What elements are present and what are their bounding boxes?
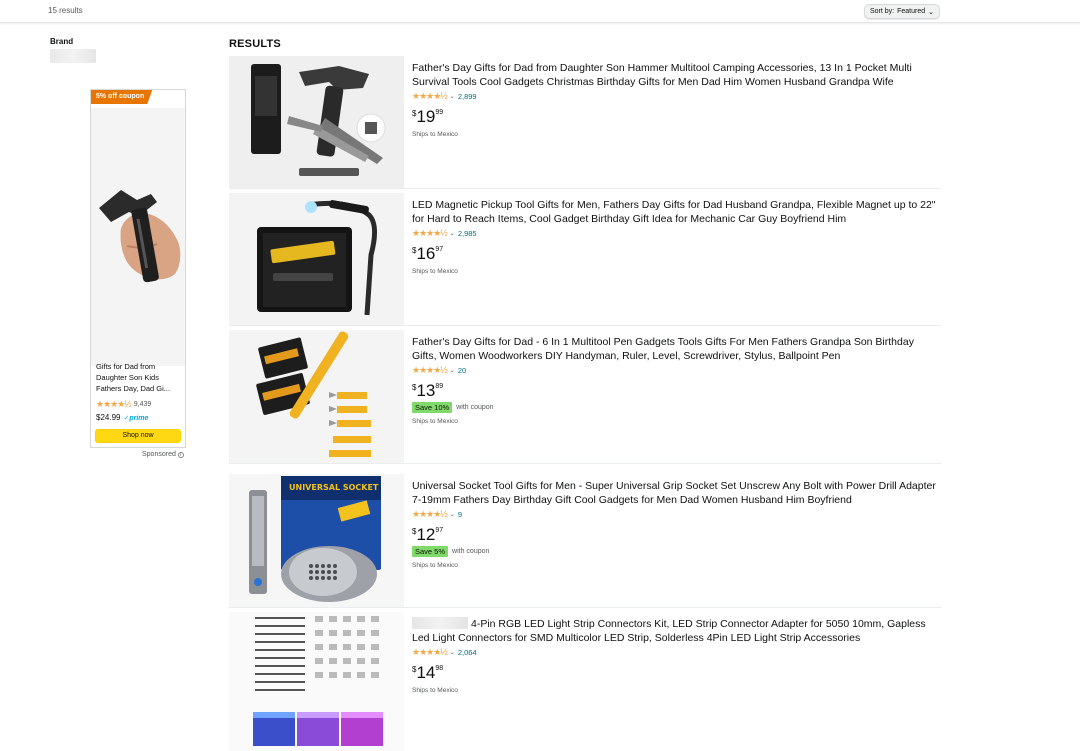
brand-filter-heading: Brand — [50, 37, 74, 46]
result-item: 4-Pin RGB LED Light Strip Connectors Kit… — [229, 612, 941, 751]
chevron-down-icon[interactable]: ⌄ — [450, 367, 455, 374]
price[interactable]: $ 19 99 — [412, 107, 940, 126]
sponsored-text: Sponsored — [142, 451, 176, 458]
result-item-body: Father's Day Gifts for Dad from Daughter… — [412, 61, 940, 138]
coupon-badge: Save 10% — [412, 402, 453, 413]
product-title[interactable]: LED Magnetic Pickup Tool Gifts for Men, … — [412, 198, 940, 226]
brand-name-redacted — [412, 617, 468, 629]
result-item: Father's Day Gifts for Dad - 6 In 1 Mult… — [229, 330, 941, 464]
chevron-down-icon[interactable]: ⌄ — [450, 230, 455, 237]
rating-count[interactable]: 2,985 — [458, 229, 477, 238]
price-fraction: 98 — [435, 665, 444, 672]
price[interactable]: $ 12 97 — [412, 525, 940, 544]
universal-socket-image: UNIVERSAL SOCKET — [229, 474, 404, 607]
multitool-pen-image — [229, 330, 404, 463]
socket-box-text: UNIVERSAL SOCKET — [289, 483, 379, 492]
rating-row[interactable]: ★★★★½ ⌄ 2,064 — [412, 647, 940, 658]
star-rating-icon: ★★★★½ — [412, 228, 448, 238]
rating-count[interactable]: 2,064 — [458, 648, 477, 657]
led-pickup-tool-image — [229, 193, 404, 325]
rating-count[interactable]: 20 — [458, 366, 466, 375]
chevron-down-icon[interactable]: ⌄ — [450, 93, 455, 100]
sort-label: Sort by: — [869, 8, 895, 15]
hammer-multitool-image — [229, 56, 404, 188]
product-title[interactable]: Universal Socket Tool Gifts for Men - Su… — [412, 479, 940, 507]
coupon-row[interactable]: Save 10% with coupon — [412, 402, 940, 413]
ad-price: $24.99 — [96, 413, 121, 422]
rating-count[interactable]: 9 — [458, 510, 462, 519]
rating-count[interactable]: 2,899 — [458, 92, 477, 101]
sort-dropdown[interactable]: Sort by: Featured ⌄ — [864, 4, 940, 19]
price-fraction: 97 — [435, 246, 444, 253]
shipping-info: Ships to Mexico — [412, 562, 458, 569]
chevron-down-icon: ⌄ — [928, 8, 935, 16]
price-fraction: 97 — [435, 527, 444, 534]
result-item-body: Father's Day Gifts for Dad - 6 In 1 Mult… — [412, 335, 940, 425]
price[interactable]: $ 13 89 — [412, 381, 940, 400]
shipping-info: Ships to Mexico — [412, 131, 458, 138]
coupon-suffix: with coupon — [456, 404, 494, 411]
price-whole: 12 — [416, 525, 436, 544]
results-toolbar: 15 results Sort by: Featured ⌄ — [0, 0, 1080, 23]
result-item: LED Magnetic Pickup Tool Gifts for Men, … — [229, 193, 941, 326]
star-rating-icon: ★★★★½ — [96, 399, 132, 409]
shop-now-button[interactable]: Shop now — [95, 429, 181, 443]
product-title[interactable]: Father's Day Gifts for Dad - 6 In 1 Mult… — [412, 335, 940, 363]
price-fraction: 99 — [435, 109, 444, 116]
result-item-body: LED Magnetic Pickup Tool Gifts for Men, … — [412, 198, 940, 275]
rating-row[interactable]: ★★★★½ ⌄ 2,899 — [412, 91, 940, 102]
result-item-body: Universal Socket Tool Gifts for Men - Su… — [412, 479, 940, 569]
coupon-row[interactable]: Save 5% with coupon — [412, 546, 940, 557]
ad-product-title[interactable]: Gifts for Dad from Daughter Son Kids Fat… — [96, 361, 182, 394]
price-whole: 19 — [416, 107, 436, 126]
chevron-down-icon[interactable]: ⌄ — [450, 511, 455, 518]
product-title[interactable]: Father's Day Gifts for Dad from Daughter… — [412, 61, 940, 89]
shipping-info: Ships to Mexico — [412, 687, 458, 694]
coupon-badge: 5% off coupon — [91, 90, 153, 104]
price[interactable]: $ 14 98 — [412, 663, 940, 682]
coupon-suffix: with coupon — [452, 548, 490, 555]
brand-filter-option[interactable] — [50, 49, 96, 63]
product-image-led-connectors[interactable] — [229, 612, 404, 751]
price-whole: 14 — [416, 663, 436, 682]
ad-product-image[interactable] — [91, 108, 185, 366]
sponsored-label[interactable]: Sponsored i — [142, 451, 184, 458]
star-rating-icon: ★★★★½ — [412, 647, 448, 657]
ad-price-row: $24.99 ✓prime — [96, 413, 148, 422]
price-whole: 16 — [416, 244, 436, 263]
rating-row[interactable]: ★★★★½ ⌄ 9 — [412, 509, 940, 520]
star-rating-icon: ★★★★½ — [412, 91, 448, 101]
chevron-down-icon[interactable]: ⌄ — [450, 649, 455, 656]
prime-icon: ✓prime — [123, 414, 149, 422]
star-rating-icon: ★★★★½ — [412, 509, 448, 519]
info-icon: i — [177, 451, 184, 458]
star-rating-icon: ★★★★½ — [412, 365, 448, 375]
ad-rating[interactable]: ★★★★½ 9,439 — [96, 399, 151, 410]
product-image-hammer-multitool[interactable] — [229, 56, 404, 188]
shipping-info: Ships to Mexico — [412, 268, 458, 275]
rating-row[interactable]: ★★★★½ ⌄ 20 — [412, 365, 940, 376]
product-image-led-pickup-tool[interactable] — [229, 193, 404, 325]
results-heading: RESULTS — [229, 38, 281, 50]
product-title-text: 4-Pin RGB LED Light Strip Connectors Kit… — [412, 618, 926, 644]
price[interactable]: $ 16 97 — [412, 244, 940, 263]
price-fraction: 89 — [435, 383, 444, 390]
price-whole: 13 — [416, 381, 436, 400]
product-image-multitool-pen[interactable] — [229, 330, 404, 463]
led-connectors-image — [229, 612, 404, 751]
coupon-badge: Save 5% — [412, 546, 449, 557]
hammer-multitool-in-hand-image — [91, 108, 185, 366]
sort-value: Featured — [897, 8, 926, 15]
result-item-body: 4-Pin RGB LED Light Strip Connectors Kit… — [412, 617, 940, 694]
shipping-info: Ships to Mexico — [412, 418, 458, 425]
results-count: 15 results — [48, 6, 83, 15]
product-image-universal-socket[interactable]: UNIVERSAL SOCKET — [229, 474, 404, 607]
product-title[interactable]: 4-Pin RGB LED Light Strip Connectors Kit… — [412, 617, 940, 645]
sponsored-ad-card[interactable]: 5% off coupon Gifts for Dad from Daughte… — [90, 89, 186, 448]
ad-rating-count: 9,439 — [133, 401, 152, 408]
result-item: UNIVERSAL SOCKET Universal Socket Tool G… — [229, 474, 941, 608]
rating-row[interactable]: ★★★★½ ⌄ 2,985 — [412, 228, 940, 239]
result-item: Father's Day Gifts for Dad from Daughter… — [229, 56, 941, 189]
